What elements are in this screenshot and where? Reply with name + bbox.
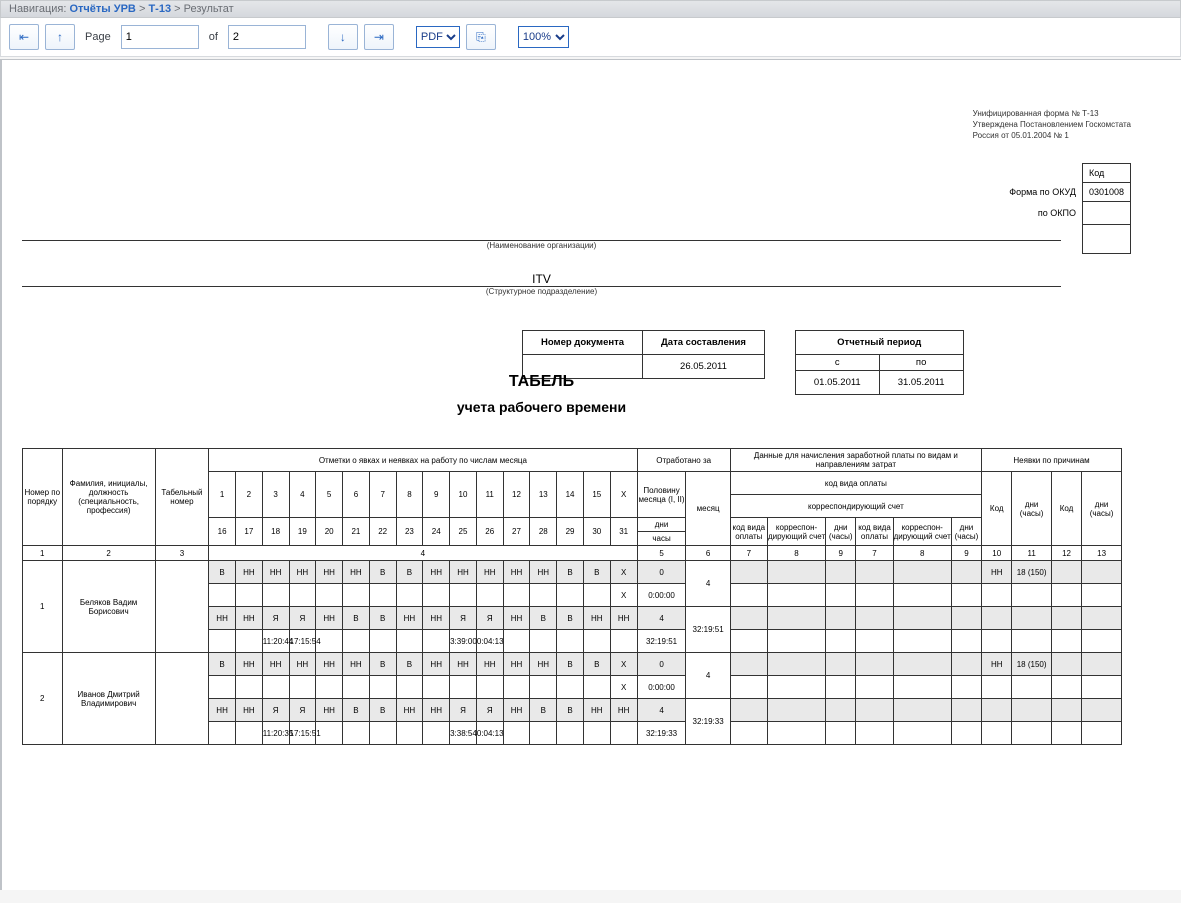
report-toolbar: ⇤ ↑ Page of ↓ ⇥ PDF ⎘ 100%	[0, 18, 1181, 57]
row-tab	[155, 561, 209, 653]
col-pay: Данные для начисления заработной платы п…	[730, 449, 981, 472]
report-page: Унифицированная форма № Т-13 Утверждена …	[22, 68, 1171, 890]
col-num: Номер по порядку	[23, 449, 63, 546]
total-pages	[228, 25, 306, 49]
okud-label: Форма по ОКУД	[1003, 183, 1082, 202]
page-label: Page	[85, 31, 111, 43]
export-icon: ⎘	[476, 30, 486, 45]
breadcrumb-link-reports[interactable]: Отчёты УРВ	[69, 3, 135, 15]
of-label: of	[209, 31, 218, 43]
col-worked: Отработано за	[637, 449, 730, 472]
first-page-button[interactable]: ⇤	[9, 24, 39, 50]
col-tab: Табельный номер	[155, 449, 209, 546]
page-input[interactable]	[121, 25, 199, 49]
report-viewer: Унифицированная форма № Т-13 Утверждена …	[0, 59, 1181, 890]
next-page-button[interactable]: ↓	[328, 24, 358, 50]
row-num: 1	[23, 561, 63, 653]
row-name: Беляков Вадим Борисович	[62, 561, 155, 653]
col-fio: Фамилия, инициалы, должность (специально…	[62, 449, 155, 546]
okpo-value	[1082, 202, 1130, 225]
format-select[interactable]: PDF	[416, 26, 460, 48]
org-line	[22, 226, 1061, 241]
first-page-icon: ⇤	[19, 30, 29, 44]
export-button[interactable]: ⎘	[466, 24, 496, 50]
okud-value: 0301008	[1082, 183, 1130, 202]
doc-meta: Номер документаДата составления 26.05.20…	[522, 330, 765, 379]
report-subtitle: учета рабочего времени	[22, 399, 1061, 415]
breadcrumb-label: Навигация:	[9, 3, 66, 15]
code-header: Код	[1082, 164, 1130, 183]
row-name: Иванов Дмитрий Владимирович	[62, 653, 155, 745]
timesheet-table: Номер по порядкуФамилия, инициалы, должн…	[22, 448, 1122, 745]
report-title: ТАБЕЛЬ	[22, 373, 1061, 391]
dept-value: ITV	[22, 272, 1061, 286]
col-marks: Отметки о явках и неявках на работу по ч…	[209, 449, 637, 472]
okpo-label: по ОКПО	[1003, 202, 1082, 225]
row-tab	[155, 653, 209, 745]
arrow-up-icon: ↑	[57, 30, 63, 44]
breadcrumb-current: Результат	[184, 3, 234, 15]
prev-page-button[interactable]: ↑	[45, 24, 75, 50]
dept-caption: (Структурное подразделение)	[22, 287, 1061, 296]
col-abs: Неявки по причинам	[982, 449, 1122, 472]
last-page-icon: ⇥	[374, 30, 384, 44]
arrow-down-icon: ↓	[340, 30, 346, 44]
breadcrumb: Навигация: Отчёты УРВ > Т-13 > Результат	[0, 0, 1181, 18]
last-page-button[interactable]: ⇥	[364, 24, 394, 50]
row-num: 2	[23, 653, 63, 745]
form-info: Унифицированная форма № Т-13 Утверждена …	[973, 108, 1131, 141]
org-caption: (Наименование организации)	[22, 241, 1061, 250]
breadcrumb-link-t13[interactable]: Т-13	[148, 3, 171, 15]
zoom-select[interactable]: 100%	[518, 26, 569, 48]
